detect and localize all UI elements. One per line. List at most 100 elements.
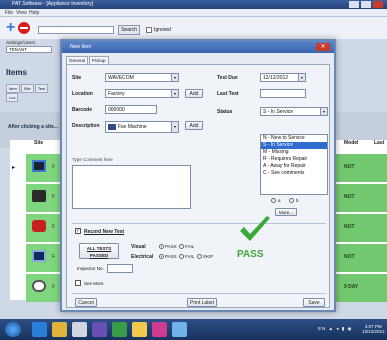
drill-icon xyxy=(32,220,46,232)
start-button[interactable] xyxy=(5,322,21,337)
ignored-checkbox[interactable] xyxy=(146,27,152,33)
chevron-down-icon[interactable]: ▾ xyxy=(171,122,178,132)
tab-test[interactable]: Test xyxy=(34,84,49,93)
status-option[interactable]: R - Requires Repair xyxy=(261,156,327,163)
status-dropdown-list[interactable]: N - New to Service S - In Service M - Mi… xyxy=(260,134,328,195)
dialog-title: New Item xyxy=(70,44,92,50)
browser-icon[interactable] xyxy=(32,322,47,337)
site-label: Site xyxy=(72,75,82,81)
maximize-button[interactable] xyxy=(361,1,371,8)
system-tray[interactable]: EN ▲ ◂ ▮ ◉ xyxy=(318,326,352,332)
visual-fail-radio[interactable] xyxy=(179,244,184,249)
menu-bar: File View Help xyxy=(0,9,387,17)
divider xyxy=(72,293,326,294)
items-title: Items xyxy=(6,68,27,77)
search-input[interactable] xyxy=(38,26,114,34)
more-button[interactable]: More... xyxy=(275,208,297,216)
media-icon[interactable] xyxy=(92,322,107,337)
description-combo[interactable]: Fax Machine ▾ xyxy=(105,121,179,133)
close-app-button[interactable] xyxy=(373,1,383,8)
description-value: Fax Machine xyxy=(118,124,147,130)
app-icon[interactable] xyxy=(152,322,167,337)
menu-file[interactable]: File xyxy=(5,10,13,16)
tab-site[interactable]: Site xyxy=(20,84,34,93)
status-option[interactable]: M - Missing xyxy=(261,149,327,156)
app-icon[interactable] xyxy=(112,322,127,337)
app-title: PAT Software - [Appliance Inventory] xyxy=(12,1,94,7)
cell-f: F xyxy=(52,224,56,230)
electrical-pass-radio[interactable] xyxy=(159,254,164,259)
add-description-button[interactable]: Add xyxy=(185,121,203,130)
dialog-titlebar[interactable]: New Item ✕ xyxy=(62,41,334,53)
close-icon[interactable]: ✕ xyxy=(316,43,330,51)
folder-icon[interactable] xyxy=(52,322,67,337)
all-tests-passed-button[interactable]: ALL TESTS PASSED xyxy=(79,243,119,259)
search-button[interactable]: Search xyxy=(118,25,140,35)
inspector-field[interactable] xyxy=(107,264,133,273)
computer-icon xyxy=(32,160,46,172)
status-option[interactable]: A - Away for Repair xyxy=(261,163,327,170)
site-combo[interactable]: WAVECOM ▾ xyxy=(105,73,179,82)
status-option[interactable]: C - See comments xyxy=(261,170,327,177)
app-icon[interactable] xyxy=(172,322,187,337)
pass-indicator: PASS xyxy=(237,249,264,260)
menu-view[interactable]: View xyxy=(16,10,27,16)
electrical-fail-radio[interactable] xyxy=(179,254,184,259)
tenant-combo[interactable]: TENANT xyxy=(6,46,52,53)
barcode-field[interactable]: 000000 xyxy=(105,105,157,114)
electrical-skip-radio[interactable] xyxy=(197,254,202,259)
chevron-down-icon[interactable]: ▾ xyxy=(171,90,178,97)
tab-item[interactable]: Item xyxy=(6,84,20,93)
status-option-selected[interactable]: S - In Service xyxy=(261,142,327,149)
app-icon[interactable] xyxy=(132,322,147,337)
menu-help[interactable]: Help xyxy=(29,10,39,16)
cancel-button[interactable]: Cancel xyxy=(75,298,97,307)
settings-users-label[interactable]: Settings/Users xyxy=(6,40,35,45)
tab-pickup[interactable]: Pickup xyxy=(89,56,109,64)
test-due-field[interactable]: 12/12/2012 ▾ xyxy=(260,73,306,82)
option-a-radio[interactable] xyxy=(271,198,276,203)
see-more-label: See More xyxy=(84,281,104,286)
location-label: Location xyxy=(72,91,93,97)
comment-textarea[interactable] xyxy=(72,165,191,209)
record-new-test-checkbox[interactable]: ✓ xyxy=(75,228,81,234)
new-item-dialog: New Item ✕ General Pickup Site WAVECOM ▾ L… xyxy=(60,39,336,312)
add-location-button[interactable]: Add xyxy=(185,89,203,98)
chevron-down-icon[interactable]: ▾ xyxy=(298,74,305,81)
taskbar: EN ▲ ◂ ▮ ◉ 3:07 PM 12/12/2012 xyxy=(0,319,387,340)
print-label-button[interactable]: Print Label xyxy=(187,298,217,307)
minimize-button[interactable] xyxy=(349,1,359,8)
app-icon[interactable] xyxy=(72,322,87,337)
status-option[interactable]: N - New to Service xyxy=(261,135,327,142)
grid-header-last[interactable]: Last xyxy=(374,140,384,152)
clock-date: 12/12/2012 xyxy=(362,329,385,334)
electrical-label: Electrical xyxy=(131,254,154,260)
test-due-value: 12/12/2012 xyxy=(263,75,289,81)
see-more-checkbox[interactable] xyxy=(75,280,81,286)
visual-fail-label: FAIL xyxy=(185,244,195,249)
fax-machine-icon xyxy=(108,123,116,130)
location-combo[interactable]: Factory ▾ xyxy=(105,89,179,98)
description-label: Description xyxy=(72,123,100,129)
clock-icon xyxy=(32,280,46,292)
status-cell xyxy=(334,184,387,212)
grid-header-site[interactable]: Site xyxy=(34,140,43,152)
grid-header-model[interactable]: Model xyxy=(344,140,358,152)
save-button[interactable]: Save xyxy=(303,298,325,307)
status-combo[interactable]: S - In Service ▾ xyxy=(260,107,328,116)
chevron-down-icon[interactable]: ▾ xyxy=(171,74,178,81)
chevron-down-icon[interactable]: ▾ xyxy=(320,108,327,115)
taskbar-clock[interactable]: 3:07 PM 12/12/2012 xyxy=(362,324,385,334)
option-b-radio[interactable] xyxy=(289,198,294,203)
stop-icon[interactable] xyxy=(18,22,30,34)
cell-value: NOT xyxy=(344,164,355,170)
last-test-field[interactable] xyxy=(260,89,306,98)
record-new-test-label: Record New Test xyxy=(84,229,125,235)
inspector-label: Inspector No. xyxy=(77,266,104,271)
tab-general[interactable]: General xyxy=(66,56,89,64)
option-b-label: b xyxy=(296,198,299,203)
visual-pass-radio[interactable] xyxy=(159,244,164,249)
plus-icon[interactable]: + xyxy=(6,20,15,36)
electrical-fail-label: FAIL xyxy=(185,254,195,259)
tab-loc[interactable]: Loc xyxy=(6,93,19,102)
